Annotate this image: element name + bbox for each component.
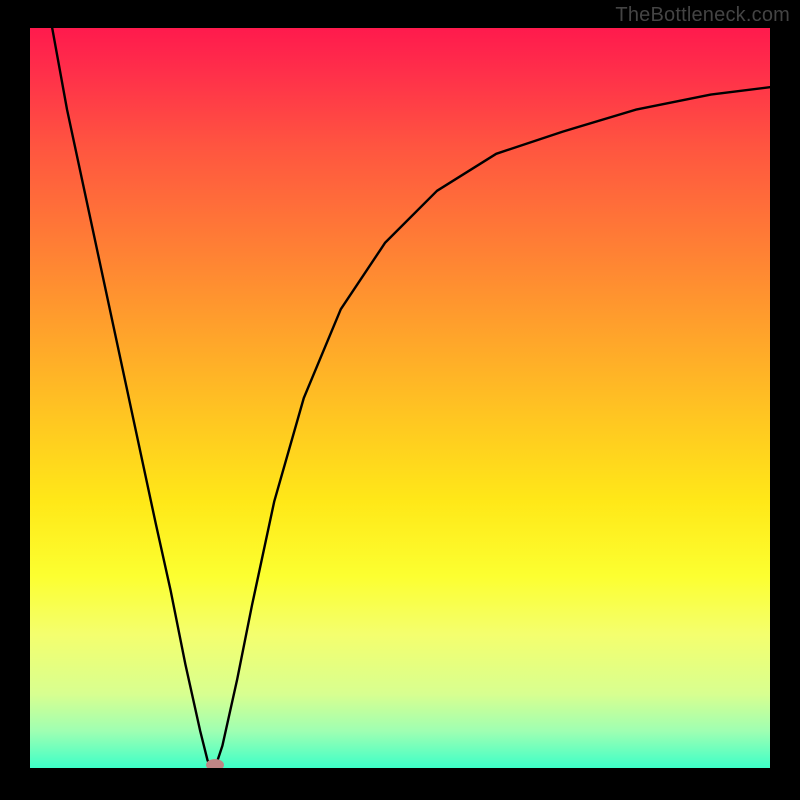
watermark-text: TheBottleneck.com (615, 4, 790, 27)
chart-svg (30, 28, 770, 768)
bottleneck-curve (52, 28, 770, 768)
